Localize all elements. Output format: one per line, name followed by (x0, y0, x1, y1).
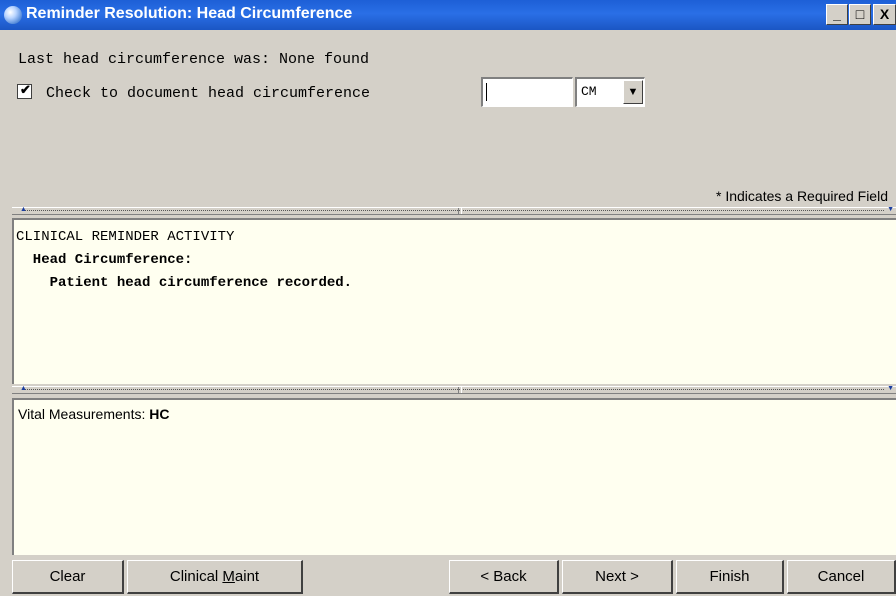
document-hc-checkbox[interactable]: ✔ (17, 82, 32, 99)
text-caret (486, 83, 487, 101)
maximize-button[interactable]: □ (849, 4, 871, 25)
clear-button[interactable]: Clear (12, 560, 124, 594)
head-circumference-input[interactable] (481, 77, 573, 107)
splitter-grip (24, 210, 884, 211)
splitter-up-arrow-icon[interactable]: ▲ (20, 206, 27, 213)
activity-item-detail: Patient head circumference recorded. (16, 275, 353, 291)
clinical-maint-label-accelerator: M (222, 568, 235, 585)
close-button[interactable]: X (873, 4, 896, 25)
unit-select[interactable]: CM ▼ (575, 77, 645, 107)
minimize-button[interactable]: _ (826, 4, 848, 25)
clinical-reminder-activity-pane[interactable]: CLINICAL REMINDER ACTIVITY Head Circumfe… (12, 218, 896, 384)
splitter-top[interactable]: ▲ ▼ (12, 206, 896, 215)
vital-measurements-pane[interactable]: Vital Measurements: HC (12, 398, 896, 555)
required-field-note: * Indicates a Required Field (716, 188, 888, 204)
activity-item-title: Head Circumference: (16, 252, 193, 268)
app-globe-icon (4, 6, 22, 24)
clinical-maint-button[interactable]: Clinical Maint (127, 560, 303, 594)
splitter-up-arrow-icon[interactable]: ▲ (20, 385, 27, 392)
splitter-down-arrow-icon[interactable]: ▼ (887, 206, 894, 213)
document-hc-checkbox-label[interactable]: Check to document head circumference (46, 85, 370, 102)
next-button[interactable]: Next > (562, 560, 673, 594)
splitter-divider (458, 208, 462, 214)
window-title: Reminder Resolution: Head Circumference (26, 5, 353, 22)
activity-heading: CLINICAL REMINDER ACTIVITY (16, 229, 235, 245)
checkmark-icon: ✔ (20, 82, 31, 97)
title-bar: Reminder Resolution: Head Circumference … (0, 0, 896, 30)
clinical-maint-label-suffix: aint (234, 568, 260, 585)
vital-measurements-value: HC (149, 406, 170, 422)
splitter-grip (24, 389, 884, 390)
unit-select-value: CM (581, 84, 597, 99)
cancel-button[interactable]: Cancel (787, 560, 896, 594)
dropdown-arrow-icon[interactable]: ▼ (623, 80, 643, 104)
last-head-circumference-text: Last head circumference was: None found (18, 51, 370, 68)
splitter-down-arrow-icon[interactable]: ▼ (887, 385, 894, 392)
clinical-maint-label-prefix: Clinical (169, 568, 223, 585)
finish-button[interactable]: Finish (676, 560, 784, 594)
back-button[interactable]: < Back (449, 560, 559, 594)
splitter-divider (458, 387, 462, 393)
splitter-bottom[interactable]: ▲ ▼ (12, 385, 896, 394)
vital-measurements-label: Vital Measurements: (18, 406, 150, 422)
